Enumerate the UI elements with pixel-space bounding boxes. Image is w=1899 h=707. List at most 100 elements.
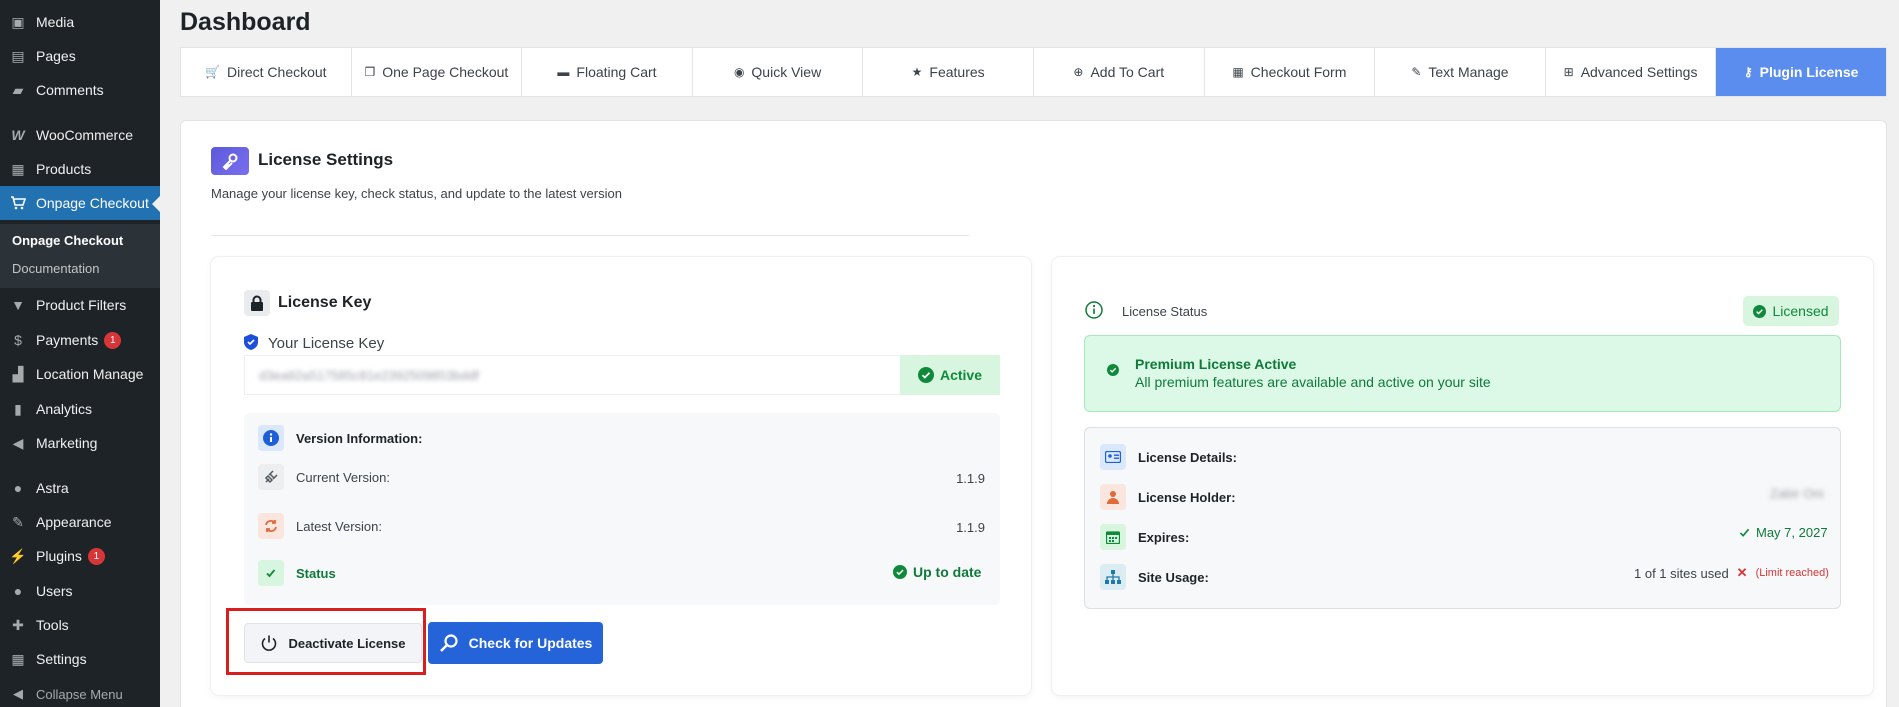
tab-text-manage[interactable]: ✎ Text Manage [1375,48,1546,96]
premium-subtitle: All premium features are available and a… [1135,374,1491,390]
media-icon: ▣ [11,13,25,30]
sidebar-item-product-filters[interactable]: ▼ Product Filters [0,288,160,322]
pencil-icon: ✎ [1411,65,1422,79]
sidebar-submenu: Onpage Checkout Documentation [0,224,160,288]
marketing-icon: ◀ [12,434,24,451]
premium-title: Premium License Active [1135,356,1297,372]
sidebar-item-tools[interactable]: ✚ Tools [0,608,160,642]
tab-features[interactable]: ★ Features [863,48,1034,96]
key-status-badge: Active [900,355,1000,395]
plug-icon [258,464,284,490]
location-icon: ▟ [12,365,24,382]
copy-icon: ❐ [364,65,376,79]
sidebar-item-users[interactable]: ● Users [0,574,160,608]
tab-advanced-settings[interactable]: ⊞ Advanced Settings [1546,48,1717,96]
refresh-icon [258,513,284,539]
form-icon: ▦ [1232,65,1244,79]
check-circle-icon [1753,304,1767,318]
sidebar-item-pages[interactable]: ▤ Pages [0,39,160,73]
plus-circle-icon: ⊕ [1073,65,1084,79]
tab-floating-cart[interactable]: ▬ Floating Cart [522,48,693,96]
plugins-icon: ⚡ [9,547,27,564]
latest-version-value: 1.1.9 [956,520,985,535]
license-key-field[interactable]: d3ea92a517585c81e2392509853bddf [244,355,900,395]
info-icon [258,425,284,451]
woocommerce-icon: W [11,127,25,143]
filter-icon: ▼ [11,297,25,313]
lock-icon [244,290,270,316]
astra-icon: ● [13,480,23,496]
tab-add-to-cart[interactable]: ⊕ Add To Cart [1034,48,1205,96]
license-status-label: License Status [1122,304,1208,319]
key-icon: ⚷ [1743,65,1753,79]
cart-icon: 🛒 [205,65,220,79]
check-circle-icon [893,565,907,579]
check-icon [1739,528,1750,537]
check-circle-icon [917,367,934,383]
sidebar-item-onpage-checkout[interactable]: Onpage Checkout [0,186,160,220]
settings-tabs: 🛒 Direct Checkout ❐ One Page Checkout ▬ Flo… [180,47,1887,97]
search-icon [439,634,458,652]
cart-icon [8,193,28,213]
licensed-badge: Licensed [1743,296,1839,326]
sidebar-item-media[interactable]: ▣ Media [0,5,160,39]
info-circle-icon [1085,301,1103,322]
expires-row: Expires: [1100,524,1189,550]
pages-icon: ▤ [11,47,25,64]
tab-checkout-form[interactable]: ▦ Checkout Form [1205,48,1376,96]
page-title: Dashboard [180,8,311,36]
close-icon: ✕ [1736,565,1748,580]
analytics-icon: ▮ [14,400,22,417]
payments-badge: 1 [104,331,122,349]
sidebar-item-analytics[interactable]: ▮ Analytics [0,392,160,426]
license-holder-value: Zabir Oni [1770,486,1824,501]
collapse-icon: ◀ [13,686,23,701]
site-usage-row: Site Usage: [1100,564,1209,590]
submenu-onpage-checkout[interactable]: Onpage Checkout [12,233,123,248]
license-details-header: License Details: [1100,444,1237,470]
sidebar-item-appearance[interactable]: ✎ Appearance [0,505,160,539]
sidebar-item-payments[interactable]: $ Payments 1 [0,323,160,357]
tab-one-page-checkout[interactable]: ❐ One Page Checkout [352,48,523,96]
check-circle-icon [1107,364,1119,379]
latest-version-row: Latest Version: [258,513,382,539]
tab-quick-view[interactable]: ◉ Quick View [693,48,864,96]
user-icon [1100,484,1126,510]
sidebar-item-woocommerce[interactable]: W WooCommerce [0,118,160,152]
license-key-title: License Key [278,294,372,311]
payments-icon: $ [14,332,22,348]
tab-direct-checkout[interactable]: 🛒 Direct Checkout [181,48,352,96]
shield-icon [244,334,258,353]
sidebar-item-astra[interactable]: ● Astra [0,471,160,505]
status-value: Up to date [893,564,981,580]
submenu-documentation[interactable]: Documentation [12,261,99,276]
tools-icon: ✚ [12,616,24,633]
comments-icon: ▰ [12,81,24,98]
sidebar-item-comments[interactable]: ▰ Comments [0,73,160,107]
products-icon: ▦ [11,160,25,177]
license-settings-title: License Settings [258,150,394,169]
tab-plugin-license[interactable]: ⚷ Plugin License [1716,48,1886,96]
appearance-icon: ✎ [12,513,24,530]
plugins-badge: 1 [87,547,105,565]
license-holder-row: License Holder: [1100,484,1236,510]
divider [211,235,969,236]
check-icon [258,560,284,586]
check-updates-button[interactable]: Check for Updates [428,622,603,664]
key-icon [211,147,249,175]
grid-icon: ⊞ [1563,65,1574,79]
users-icon: ● [13,583,23,599]
current-version-value: 1.1.9 [956,471,985,486]
collapse-menu-button[interactable]: ◀ Collapse Menu [0,677,160,707]
settings-icon: ▦ [11,650,25,667]
sidebar-item-marketing[interactable]: ◀ Marketing [0,426,160,460]
site-usage-value: 1 of 1 sites used ✕ (Limit reached) [1634,565,1829,581]
sidebar-item-settings[interactable]: ▦ Settings [0,642,160,676]
star-icon: ★ [911,65,923,79]
license-key-label: Your License Key [268,335,385,352]
sidebar-item-plugins[interactable]: ⚡ Plugins 1 [0,539,160,573]
sidebar-item-products[interactable]: ▦ Products [0,152,160,186]
sidebar-item-location-manage[interactable]: ▟ Location Manage [0,357,160,391]
current-version-row: Current Version: [258,464,390,490]
id-card-icon [1100,444,1126,470]
